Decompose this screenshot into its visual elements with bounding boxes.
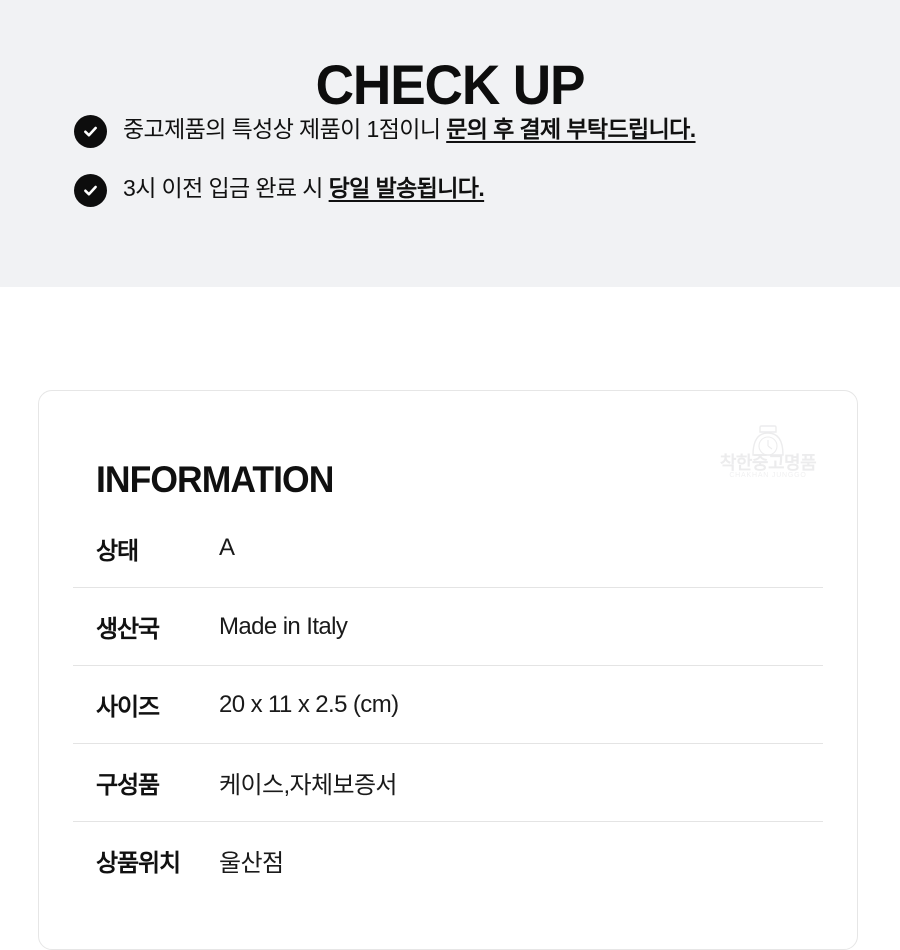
row-label: 상품위치 [96,850,181,877]
information-card: INFORMATION 착한중고명품 CHAKHAN JUNGGO 상태 A 생… [38,390,858,950]
table-row: 상태 A [73,509,823,587]
list-item: 중고제품의 특성상 제품이 1점이니 문의 후 결제 부탁드립니다. [0,112,900,148]
information-title: INFORMATION [96,458,334,500]
table-row: 구성품 케이스,자체보증서 [73,743,823,821]
row-label: 상태 [96,537,139,565]
watermark-subtext: CHAKHAN JUNGGO [729,472,807,479]
row-value: 20 x 11 x 2.5 (cm) [219,690,399,718]
row-value: Made in Italy [219,612,348,640]
row-value: A [219,534,235,561]
checkup-section: CHECK UP 중고제품의 특성상 제품이 1점이니 문의 후 결제 부탁드립… [0,0,900,287]
product-detail-page: CHECK UP 중고제품의 특성상 제품이 1점이니 문의 후 결제 부탁드립… [0,0,900,950]
brand-watermark: 착한중고명품 CHAKHAN JUNGGO [708,425,828,487]
page-title: CHECK UP [315,52,586,116]
row-label: 생산국 [96,616,160,643]
checkup-bullet-list: 중고제품의 특성상 제품이 1점이니 문의 후 결제 부탁드립니다. 3시 이전… [0,112,900,230]
row-label: 구성품 [96,772,160,799]
bullet-emphasis-text: 당일 발송됩니다. [328,175,485,201]
information-card-header: INFORMATION 착한중고명품 CHAKHAN JUNGGO [39,391,857,509]
row-value: 울산점 [219,850,284,877]
table-row: 생산국 Made in Italy [73,587,823,665]
check-circle-icon [74,174,107,207]
watch-logo-icon [745,425,791,464]
row-label: 사이즈 [96,694,160,721]
list-item: 3시 이전 입금 완료 시 당일 발송됩니다. [0,171,900,207]
table-row: 사이즈 20 x 11 x 2.5 (cm) [73,665,823,743]
table-row: 상품위치 울산점 [73,821,823,899]
watermark-text: 착한중고명품 [719,453,817,473]
specification-table: 상태 A 생산국 Made in Italy 사이즈 20 x 11 x 2.5… [39,509,857,899]
section-spacer [0,287,900,390]
check-circle-icon [74,115,107,148]
list-item-text: 중고제품의 특성상 제품이 1점이니 문의 후 결제 부탁드립니다. [123,112,696,146]
bullet-plain-text: 3시 이전 입금 완료 시 [123,175,329,201]
list-item-text: 3시 이전 입금 완료 시 당일 발송됩니다. [123,171,485,205]
row-value: 케이스,자체보증서 [219,772,398,799]
bullet-plain-text: 중고제품의 특성상 제품이 1점이니 [123,116,447,142]
bullet-emphasis-text: 문의 후 결제 부탁드립니다. [446,116,696,142]
